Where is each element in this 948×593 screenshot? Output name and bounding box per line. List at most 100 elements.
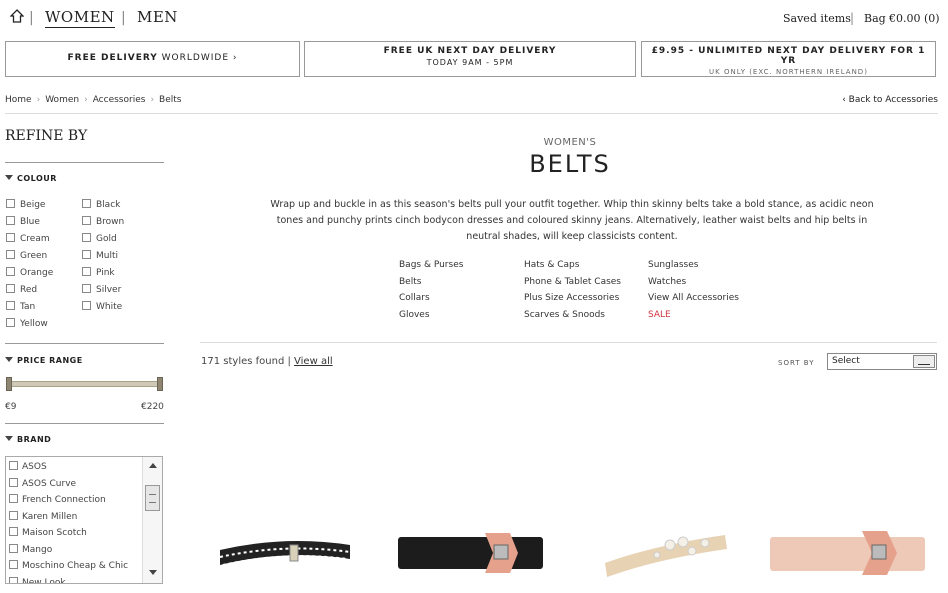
view-all-link[interactable]: View all xyxy=(294,356,333,367)
checkbox[interactable] xyxy=(82,301,91,310)
colour-option[interactable]: Orange xyxy=(6,267,53,278)
product-image[interactable] xyxy=(215,515,355,593)
breadcrumb-home[interactable]: Home xyxy=(5,95,32,105)
breadcrumb-women[interactable]: Women xyxy=(45,95,79,105)
checkbox[interactable] xyxy=(9,494,18,503)
promo-next-day[interactable]: FREE UK NEXT DAY DELIVERY TODAY 9AM - 5P… xyxy=(304,41,636,77)
nude-belt-image xyxy=(770,531,925,575)
checkbox[interactable] xyxy=(82,267,91,276)
checkbox[interactable] xyxy=(82,216,91,225)
styles-found: 171 styles found | View all xyxy=(201,356,333,367)
colour-option[interactable]: Blue xyxy=(6,216,40,227)
checkbox[interactable] xyxy=(9,477,18,487)
category-link[interactable]: View All Accessories xyxy=(648,293,739,303)
category-link[interactable]: Gloves xyxy=(399,310,430,320)
dropdown-icon[interactable] xyxy=(913,355,935,368)
colour-option[interactable]: Cream xyxy=(6,233,50,244)
colour-label: Pink xyxy=(96,268,115,278)
brand-option[interactable]: French Connection xyxy=(9,494,106,505)
scroll-thumb[interactable] xyxy=(145,485,160,511)
brand-list[interactable]: ASOS ASOS Curve French Connection Karen Mil… xyxy=(5,456,163,584)
back-to-accessories-link[interactable]: ‹ Back to Accessories xyxy=(842,95,938,105)
colour-option[interactable]: White xyxy=(82,301,122,312)
brand-option[interactable]: Karen Millen xyxy=(9,510,77,522)
checkbox[interactable] xyxy=(9,543,18,553)
colour-option[interactable]: Yellow xyxy=(6,318,48,329)
category-link[interactable]: Phone & Tablet Cases xyxy=(524,277,621,287)
brand-option[interactable]: ASOS Curve xyxy=(9,477,76,489)
category-link[interactable]: Belts xyxy=(399,277,421,287)
price-range-toggle[interactable]: PRICE RANGE xyxy=(5,356,83,365)
category-link[interactable]: Sunglasses xyxy=(648,260,698,270)
checkbox[interactable] xyxy=(9,527,18,536)
category-link[interactable]: SALE xyxy=(648,310,671,320)
brand-option[interactable]: New Look xyxy=(9,576,66,583)
saved-items-link[interactable]: Saved items xyxy=(783,12,851,25)
checkbox[interactable] xyxy=(6,216,15,225)
checkbox[interactable] xyxy=(6,267,15,276)
colour-label: Brown xyxy=(96,217,125,227)
checkbox[interactable] xyxy=(9,461,18,470)
category-link[interactable]: Hats & Caps xyxy=(524,260,579,270)
colour-option[interactable]: Green xyxy=(6,250,47,261)
promo-free-delivery[interactable]: FREE DELIVERY WORLDWIDE › xyxy=(5,41,300,77)
colour-option[interactable]: Pink xyxy=(82,267,115,278)
colour-filter-toggle[interactable]: COLOUR xyxy=(5,174,57,183)
colour-option[interactable]: Tan xyxy=(6,301,35,312)
checkbox[interactable] xyxy=(9,560,18,569)
colour-label: Orange xyxy=(20,268,54,278)
category-link[interactable]: Watches xyxy=(648,277,686,287)
bag-link[interactable]: Bag xyxy=(864,12,886,25)
home-icon[interactable] xyxy=(10,9,24,23)
product-image[interactable] xyxy=(762,515,932,593)
colour-option[interactable]: Gold xyxy=(82,233,117,244)
price-max-handle[interactable] xyxy=(157,377,163,391)
checkbox[interactable] xyxy=(9,510,18,520)
colour-option[interactable]: Beige xyxy=(6,199,45,210)
price-range-label: PRICE RANGE xyxy=(17,356,83,365)
checkbox[interactable] xyxy=(82,233,91,242)
scroll-up-icon[interactable] xyxy=(149,463,157,468)
nav-men[interactable]: MEN xyxy=(137,8,178,26)
product-image[interactable] xyxy=(390,515,550,593)
checkbox[interactable] xyxy=(82,250,91,259)
nav-women[interactable]: WOMEN xyxy=(45,8,115,28)
category-link[interactable]: Bags & Purses xyxy=(399,260,463,270)
brand-option[interactable]: Maison Scotch xyxy=(9,527,87,538)
promo-unlimited[interactable]: £9.95 - UNLIMITED NEXT DAY DELIVERY FOR … xyxy=(641,41,936,77)
breadcrumb: Home › Women › Accessories › Belts xyxy=(5,95,182,105)
colour-label: Tan xyxy=(20,302,36,312)
triangle-down-icon xyxy=(5,357,13,362)
price-range-slider[interactable] xyxy=(8,381,161,387)
checkbox[interactable] xyxy=(6,250,15,259)
sort-by-select[interactable]: Select xyxy=(827,353,937,370)
price-min-handle[interactable] xyxy=(6,377,12,391)
colour-option[interactable]: Silver xyxy=(82,284,121,295)
brand-scrollbar[interactable] xyxy=(142,457,162,583)
bag-total[interactable]: €0.00 (0) xyxy=(889,12,940,25)
promo-line1: £9.95 - UNLIMITED NEXT DAY DELIVERY FOR … xyxy=(651,46,926,66)
checkbox[interactable] xyxy=(6,199,15,208)
checkbox[interactable] xyxy=(6,301,15,310)
brand-option[interactable]: ASOS xyxy=(9,461,47,472)
category-link[interactable]: Collars xyxy=(399,293,430,303)
category-link[interactable]: Scarves & Snoods xyxy=(524,310,605,320)
brand-filter-toggle[interactable]: BRAND xyxy=(5,435,51,444)
header-divider: | xyxy=(850,11,855,25)
brand-option[interactable]: Mango xyxy=(9,543,52,555)
checkbox[interactable] xyxy=(82,199,91,208)
checkbox[interactable] xyxy=(6,284,15,293)
checkbox[interactable] xyxy=(82,284,91,293)
breadcrumb-accessories[interactable]: Accessories xyxy=(93,95,146,105)
colour-option[interactable]: Black xyxy=(82,199,120,210)
scroll-down-icon[interactable] xyxy=(149,570,157,575)
checkbox[interactable] xyxy=(9,576,18,583)
colour-option[interactable]: Red xyxy=(6,284,37,295)
product-image[interactable] xyxy=(595,515,735,593)
checkbox[interactable] xyxy=(6,318,15,327)
category-link[interactable]: Plus Size Accessories xyxy=(524,293,619,303)
colour-option[interactable]: Brown xyxy=(82,216,124,227)
brand-option[interactable]: Moschino Cheap & Chic xyxy=(9,560,128,571)
checkbox[interactable] xyxy=(6,233,15,242)
colour-option[interactable]: Multi xyxy=(82,250,118,261)
